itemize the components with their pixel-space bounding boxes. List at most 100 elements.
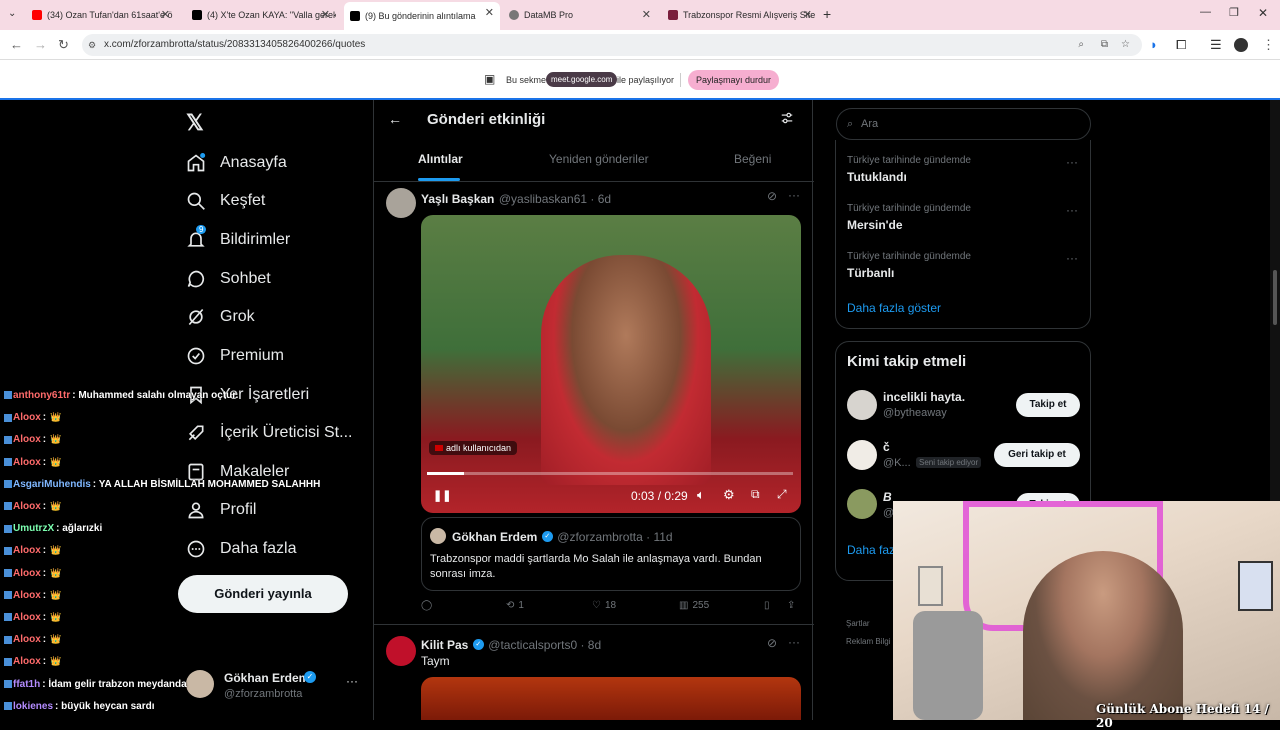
quoted-post[interactable]: Gökhan Erdem ✓ @zforzambrotta · 11d Trab… — [421, 517, 801, 591]
back-icon[interactable]: ← — [10, 37, 23, 52]
nav-notifications[interactable]: 9 Bildirimler — [186, 225, 290, 253]
settings-icon[interactable]: ⚙ — [723, 487, 735, 503]
post-card[interactable]: Kilit Pas ✓ @tacticalsports0 · 8d ⊘ ··· … — [374, 626, 814, 720]
post-media[interactable] — [421, 677, 801, 720]
media-icon[interactable]: ☰ — [1210, 37, 1222, 53]
tab-reposts[interactable]: Yeniden gönderiler — [549, 152, 649, 166]
close-tab-icon[interactable]: ✕ — [803, 8, 812, 21]
nav-home[interactable]: Anasayfa — [186, 150, 287, 176]
grok-icon[interactable]: ⊘ — [767, 636, 777, 650]
url-field[interactable]: ⚙ x.com/zforzambrotta/status/20833134058… — [82, 34, 1142, 56]
back-arrow-icon[interactable]: ← — [388, 111, 402, 127]
nav-explore[interactable]: Keşfet — [186, 188, 265, 214]
avatar[interactable] — [847, 440, 877, 470]
search-placeholder: Ara — [861, 118, 879, 130]
share-button[interactable]: ⇪ — [787, 600, 795, 611]
close-window-button[interactable]: ✕ — [1258, 6, 1268, 20]
fullscreen-icon[interactable]: ⤢ — [777, 487, 787, 502]
nav-grok[interactable]: Grok — [186, 304, 255, 330]
more-options-icon[interactable]: ··· — [788, 635, 800, 649]
settings-sliders-icon[interactable] — [780, 111, 794, 125]
browser-tab-5[interactable]: Trabzonspor Resmi Alışveriş Site ✕ — [662, 4, 818, 26]
post-author-handle[interactable]: @tacticalsports0 · 8d — [488, 638, 601, 652]
tab-title: Trabzonspor Resmi Alışveriş Site — [683, 10, 816, 20]
avatar[interactable] — [386, 636, 416, 666]
chat-username: Aloox — [13, 501, 41, 512]
post-author-name[interactable]: Yaşlı Başkan — [421, 192, 494, 206]
zoom-icon[interactable]: ⌕ — [1078, 34, 1084, 56]
more-options-icon[interactable]: ··· — [1066, 155, 1078, 169]
extension-icon[interactable]: ◗ — [1150, 37, 1158, 52]
post-card[interactable]: Yaşlı Başkan @yaslibaskan61 · 6d ⊘ ··· a… — [374, 182, 814, 625]
bookmark-button[interactable]: ▯ — [764, 600, 770, 611]
avatar[interactable] — [847, 390, 877, 420]
forward-icon[interactable]: → — [34, 37, 47, 52]
chat-message: AsgariMuhendis: YA ALLAH BİSMİLLAH MOHAM… — [4, 479, 320, 490]
nav-label: Premium — [220, 347, 285, 364]
account-switcher[interactable]: Gökhan Erdem ✓ @zforzambrotta ··· — [184, 668, 360, 704]
close-tab-icon[interactable]: ✕ — [485, 6, 494, 19]
picture-in-picture-icon[interactable]: ⧉ — [751, 487, 760, 502]
search-input[interactable]: ⌕ Ara — [836, 108, 1091, 140]
profile-avatar[interactable] — [1234, 38, 1248, 52]
volume-icon[interactable]: 🔈︎ — [697, 487, 705, 503]
nav-label: Sohbet — [220, 270, 271, 287]
account-menu-icon[interactable]: ··· — [346, 674, 358, 688]
footer-link-ads[interactable]: Reklam Bilgi — [846, 637, 890, 646]
chat-username: ffat1h — [13, 678, 41, 690]
maximize-button[interactable]: ❐ — [1229, 6, 1239, 19]
follow-back-button[interactable]: Geri takip et — [994, 443, 1080, 467]
trends-panel: Türkiye tarihinde gündemde Tutuklandı ··… — [835, 140, 1091, 329]
menu-icon[interactable]: ⋮ — [1262, 37, 1275, 53]
browser-tab-2[interactable]: (4) X'te Ozan KAYA: "Valla gerek ✕ — [186, 4, 336, 26]
views-button[interactable]: ▥ 255 — [679, 600, 709, 611]
grok-icon[interactable]: ⊘ — [767, 189, 777, 203]
show-more-link[interactable]: Daha fazla göster — [847, 301, 941, 315]
site-info-icon[interactable]: ⚙ — [88, 34, 96, 56]
avatar[interactable] — [386, 188, 416, 218]
streamer — [1023, 551, 1183, 720]
browser-tab-3-active[interactable]: (9) Bu gönderinin alıntılama ✕ — [344, 2, 500, 30]
install-icon[interactable]: ⧉ — [1101, 34, 1108, 56]
video-player[interactable]: adlı kullanıcıdan ❚❚ 0:03 / 0:29 🔈︎ ⚙ ⧉ … — [421, 215, 801, 513]
more-options-icon[interactable]: ··· — [788, 188, 800, 202]
close-tab-icon[interactable]: ✕ — [321, 8, 330, 21]
browser-tab-1[interactable]: (34) Ozan Tufan'dan 61saat'e ö ✕ — [26, 4, 176, 26]
stop-sharing-button[interactable]: Paylaşmayı durdur — [688, 70, 780, 90]
trend-title: Tutuklandı — [847, 170, 907, 184]
tab-likes[interactable]: Beğeni — [734, 152, 771, 166]
premium-icon — [186, 346, 206, 366]
minimize-button[interactable]: — — [1200, 6, 1211, 18]
like-button[interactable]: ♡ 18 — [592, 600, 616, 611]
tab-list-icon[interactable]: ⌄ — [8, 8, 16, 19]
more-options-icon[interactable]: ··· — [1066, 251, 1078, 265]
footer-link-terms[interactable]: Şartlar — [846, 619, 870, 628]
show-more-link[interactable]: Daha faz — [847, 543, 895, 557]
avatar[interactable] — [847, 489, 877, 519]
post-author-handle[interactable]: @yaslibaskan61 · 6d — [499, 192, 611, 206]
page-header: ← Gönderi etkinliği — [374, 100, 814, 140]
more-options-icon[interactable]: ··· — [1066, 203, 1078, 217]
x-logo-icon[interactable]: 𝕏 — [186, 110, 204, 136]
repost-button[interactable]: ⟲ 1 — [506, 600, 524, 611]
video-progress-track[interactable] — [427, 472, 793, 475]
new-tab-button[interactable]: + — [823, 6, 831, 22]
reply-button[interactable]: ◯ — [421, 600, 432, 611]
browser-tab-4[interactable]: DataMB Pro ✕ — [503, 4, 657, 26]
close-tab-icon[interactable]: ✕ — [161, 8, 170, 21]
suggestion-handle: @K... — [883, 457, 911, 469]
reload-icon[interactable]: ↻ — [58, 37, 69, 53]
post-author-name[interactable]: Kilit Pas — [421, 638, 468, 652]
nav-chat[interactable]: Sohbet — [186, 266, 271, 292]
trend-title: Türbanlı — [847, 266, 895, 280]
follow-button[interactable]: Takip et — [1016, 393, 1080, 417]
chat-username: UmutrzX — [13, 523, 55, 535]
nav-creator-studio[interactable]: İçerik Üreticisi St... — [186, 420, 352, 446]
extension-icon[interactable]: ⧠ — [1176, 37, 1186, 53]
scrollbar-thumb[interactable] — [1273, 270, 1277, 325]
close-tab-icon[interactable]: ✕ — [642, 8, 651, 21]
nav-premium[interactable]: Premium — [186, 343, 284, 369]
pause-icon[interactable]: ❚❚ — [433, 489, 451, 502]
bookmark-star-icon[interactable]: ☆ — [1121, 34, 1130, 56]
tab-quotes[interactable]: Alıntılar — [418, 152, 463, 166]
